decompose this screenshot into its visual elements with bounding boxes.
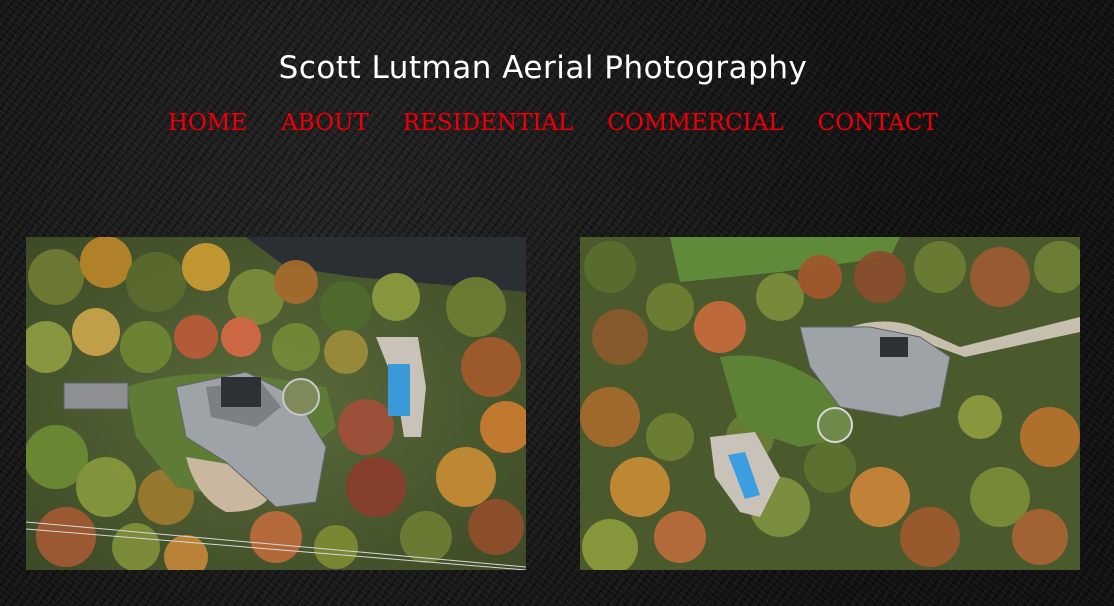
nav-commercial-link[interactable]: COMMERCIAL: [607, 108, 783, 138]
main-nav: HOME ABOUT RESIDENTIAL COMMERCIAL CONTAC…: [168, 108, 972, 138]
nav-about-link[interactable]: ABOUT: [281, 108, 369, 138]
aerial-photo-estate-1[interactable]: [26, 237, 526, 570]
aerial-photo-estate-2[interactable]: [580, 237, 1080, 570]
nav-home-link[interactable]: HOME: [168, 108, 247, 138]
nav-contact-link[interactable]: CONTACT: [818, 108, 938, 138]
site-title: Scott Lutman Aerial Photography: [278, 50, 808, 86]
nav-residential-link[interactable]: RESIDENTIAL: [403, 108, 574, 138]
